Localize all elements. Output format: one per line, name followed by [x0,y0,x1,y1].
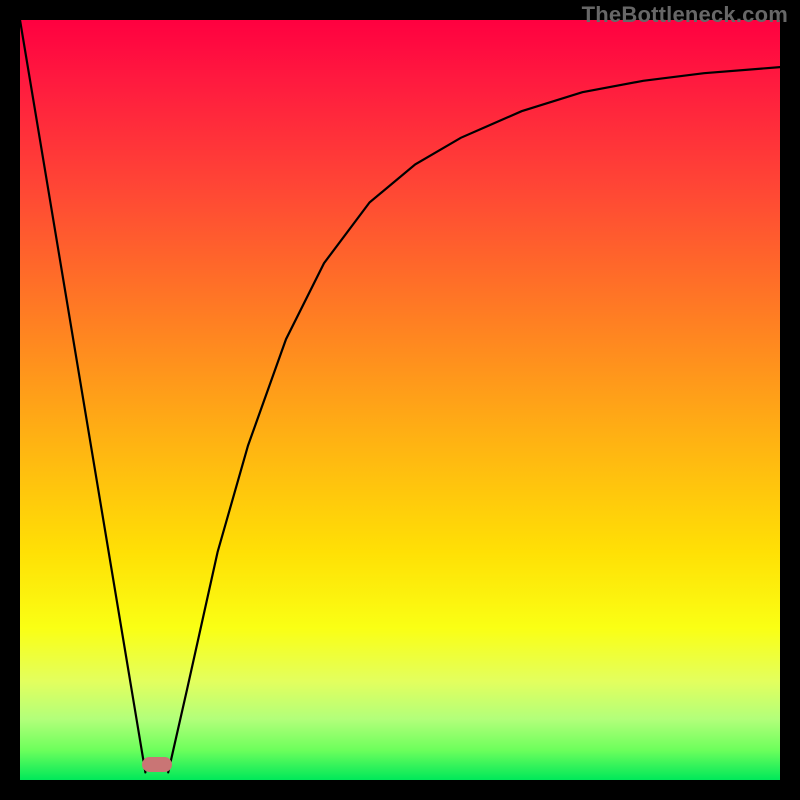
chart-curve [20,20,780,780]
curve-left-branch [20,20,145,772]
chart-plot-area [20,20,780,780]
optimum-marker [142,757,172,772]
curve-right-branch [168,67,780,772]
watermark-text: TheBottleneck.com [582,2,788,28]
